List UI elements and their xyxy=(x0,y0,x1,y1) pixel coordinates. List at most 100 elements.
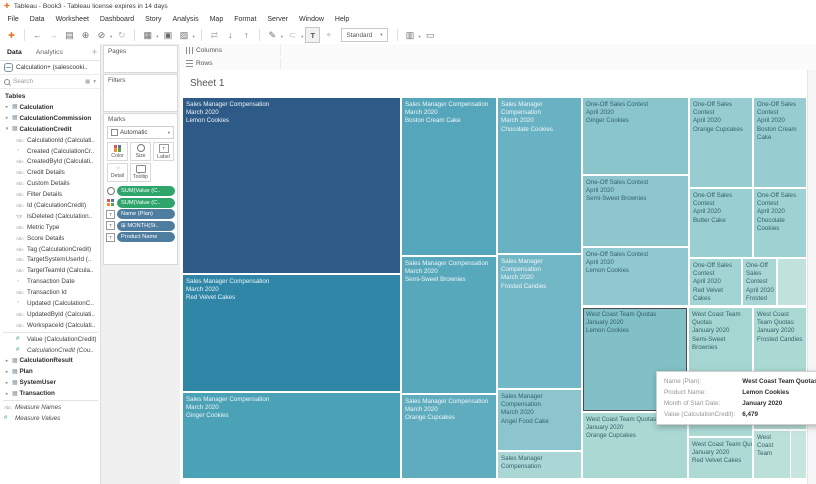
treemap-cell-oneoff-frosted[interactable]: One-OffSalesContestApril 2020Frosted xyxy=(743,259,776,305)
field-credit-details[interactable]: AbcCredit Details xyxy=(0,167,100,178)
size-button[interactable]: Size xyxy=(130,142,151,161)
treemap-cell-wct-blank[interactable] xyxy=(791,431,806,478)
menu-format[interactable]: Format xyxy=(229,16,262,23)
field-createdbyid-calculati[interactable]: AbcCreatedById (Calculati.. xyxy=(0,156,100,167)
label-button[interactable]: TLabel xyxy=(153,142,174,161)
pill-sum-value-c[interactable]: SUM(Value (C.. xyxy=(117,198,175,208)
treemap-cell-smc-orange-cupcakes[interactable]: Sales Manager CompensationMarch 2020Oran… xyxy=(402,395,496,478)
field-id-calculationcredit[interactable]: AbcId (CalculationCredit) xyxy=(0,200,100,211)
treemap-cell-smc-chocolate-cookies[interactable]: Sales ManagerCompensationMarch 2020Choco… xyxy=(498,98,581,253)
treemap-cell-smc-lemon-cookies[interactable]: Sales Manager CompensationMarch 2020Lemo… xyxy=(183,98,400,273)
expand-arrow-icon[interactable]: ▸ xyxy=(4,391,10,397)
show-hide-cards-icon[interactable]: ▥ xyxy=(403,27,418,43)
pill-sum-value-c[interactable]: SUM(Value (C.. xyxy=(117,186,175,196)
treemap-cell-wct-red-velvet-cakes[interactable]: West Coast Team QuotasJanuary 2020Red Ve… xyxy=(689,438,752,478)
field-plan[interactable]: ▸▦Plan xyxy=(0,366,100,377)
tab-data[interactable]: Data xyxy=(0,44,29,60)
menu-analysis[interactable]: Analysis xyxy=(167,16,204,23)
field-updatedbyid-calculati[interactable]: AbcUpdatedById (Calculati.. xyxy=(0,309,100,320)
pages-card[interactable]: Pages xyxy=(103,45,178,73)
pin-icon[interactable]: ✛ xyxy=(92,49,97,56)
chevron-down-icon[interactable]: ▾ xyxy=(93,79,96,85)
field-created-calculationcr[interactable]: ◔Created (CalculationCr.. xyxy=(0,146,100,157)
swap-rows-columns-icon[interactable]: ⇄ xyxy=(207,27,222,43)
field-calculationresult[interactable]: ▸▦CalculationResult xyxy=(0,355,100,366)
expand-arrow-icon[interactable]: ▾ xyxy=(4,126,10,132)
treemap-cell-oneoff-red-velvet-cakes[interactable]: One-Off SalesContestApril 2020Red Velvet… xyxy=(690,259,741,305)
treemap-cell-smc-red-velvet-cakes[interactable]: Sales Manager CompensationMarch 2020Red … xyxy=(183,275,400,391)
treemap-cell-wct-west-coast-team[interactable]: WestCoastTeam xyxy=(754,431,790,478)
treemap-cell-oneoff-lemon-cookies[interactable]: One-Off Sales ContestApril 2020Lemon Coo… xyxy=(583,248,688,305)
menu-worksheet[interactable]: Worksheet xyxy=(50,16,94,23)
field-calculation[interactable]: ▸▦Calculation xyxy=(0,102,100,113)
treemap-cell-smc-ginger-cookies[interactable]: Sales Manager CompensationMarch 2020Ging… xyxy=(183,393,400,478)
field-targetsystemuserid[interactable]: AbcTargetSystemUserId (.. xyxy=(0,254,100,265)
field-tag-calculationcredit[interactable]: AbcTag (CalculationCredit) xyxy=(0,244,100,255)
pill-name-plan[interactable]: Name (Plan) xyxy=(117,209,175,219)
field-custom-details[interactable]: AbcCustom Details xyxy=(0,178,100,189)
filters-card[interactable]: Filters xyxy=(103,74,178,112)
forward-icon[interactable]: → xyxy=(46,27,61,43)
menu-file[interactable]: File xyxy=(2,16,24,23)
tab-analytics[interactable]: Analytics xyxy=(29,44,70,60)
fit-selector[interactable]: Standard▾ xyxy=(341,28,387,42)
treemap-cell-oneoff-ginger-cookies[interactable]: One-Off Sales ContestApril 2020Ginger Co… xyxy=(583,98,688,174)
treemap-cell-oneoff-semi-sweet-brownies[interactable]: One-Off Sales ContestApril 2020Semi-Swee… xyxy=(583,176,688,246)
menu-window[interactable]: Window xyxy=(294,16,330,23)
detail-button[interactable]: ⁘Detail xyxy=(107,163,128,182)
field-score-details[interactable]: AbcScore Details xyxy=(0,233,100,244)
field-workspaceid-calculati[interactable]: AbcWorkspaceId (Calculati.. xyxy=(0,320,100,331)
field-transaction[interactable]: ▸▦Transaction xyxy=(0,388,100,399)
field-calculationcredit-cou[interactable]: #CalculationCredit (Cou.. xyxy=(0,345,100,356)
field-value-calculationcredit[interactable]: #Value (CalculationCredit) xyxy=(0,334,100,345)
search-input[interactable]: Search ▦ ▾ xyxy=(0,74,100,89)
group-members-icon[interactable]: ⊂ xyxy=(285,27,300,43)
mark-type-dropdown[interactable]: Automatic ▾ xyxy=(107,126,174,139)
menu-map[interactable]: Map xyxy=(204,16,229,23)
field-metric-type[interactable]: AbcMetric Type xyxy=(0,222,100,233)
treemap-cell-smc-angel-food-cake[interactable]: Sales ManagerCompensationMarch 2020Angel… xyxy=(498,390,581,450)
field-calculationcredit[interactable]: ▾▦CalculationCredit xyxy=(0,124,100,135)
fix-axes-icon[interactable]: ⌖ xyxy=(321,27,336,43)
expand-arrow-icon[interactable]: ▸ xyxy=(4,358,10,364)
tooltip-button[interactable]: Tooltip xyxy=(130,163,151,182)
field-transaction-id[interactable]: AbcTransaction Id xyxy=(0,287,100,298)
run-auto-updates-icon[interactable]: ↻ xyxy=(114,27,129,43)
sort-ascending-icon[interactable]: ↓ xyxy=(223,27,238,43)
expand-arrow-icon[interactable]: ▸ xyxy=(4,115,10,121)
treemap-cell-oneoff-chocolate-cookies[interactable]: One-Off SalesContestApril 2020ChocolateC… xyxy=(754,189,806,257)
field-transaction-date[interactable]: ◔Transaction Date xyxy=(0,276,100,287)
treemap-cell-smc-truncated[interactable]: Sales ManagerCompensation xyxy=(498,452,581,478)
field-updated-calculationc[interactable]: ◔Updated (CalculationC.. xyxy=(0,298,100,309)
menu-story[interactable]: Story xyxy=(140,16,167,23)
color-button[interactable]: Color xyxy=(107,142,128,161)
expand-arrow-icon[interactable]: ▸ xyxy=(4,104,10,110)
highlight-icon[interactable]: ✎ xyxy=(265,27,280,43)
field-calculationcommission[interactable]: ▸▦CalculationCommission xyxy=(0,113,100,124)
show-mark-labels-icon[interactable]: T xyxy=(305,27,320,43)
field-measure-names[interactable]: AbcMeasure Names xyxy=(0,402,100,413)
expand-arrow-icon[interactable]: ▸ xyxy=(4,369,10,375)
field-filter-details[interactable]: AbcFilter Details xyxy=(0,189,100,200)
treemap-cell-oneoff-orange-cupcakes[interactable]: One-Off SalesContestApril 2020Orange Cup… xyxy=(690,98,752,187)
treemap-cell-smc-semi-sweet-brownies[interactable]: Sales Manager CompensationMarch 2020Semi… xyxy=(402,257,496,393)
field-isdeleted-calculation[interactable]: T|FIsDeleted (Calculation.. xyxy=(0,211,100,222)
duplicate-icon[interactable]: ▣ xyxy=(161,27,176,43)
view-as-grid-icon[interactable]: ▦ xyxy=(85,79,90,85)
expand-arrow-icon[interactable]: ▸ xyxy=(4,380,10,386)
pause-auto-updates-icon[interactable]: ⊘ xyxy=(94,27,109,43)
field-systemuser[interactable]: ▸▦SystemUser xyxy=(0,377,100,388)
pill-month-st[interactable]: ⊞ MONTH(St.. xyxy=(117,221,175,231)
pill-product-name[interactable]: Product Name xyxy=(117,232,175,242)
menu-server[interactable]: Server xyxy=(262,16,294,23)
treemap-cell-smc-frosted-candies[interactable]: Sales ManagerCompensationMarch 2020Frost… xyxy=(498,255,581,388)
presentation-mode-icon[interactable]: ▭ xyxy=(423,27,438,43)
field-calculationid-calculati[interactable]: AbcCalculationId (Calculati.. xyxy=(0,135,100,146)
field-targetteamid-calcula[interactable]: AbcTargetTeamId (Calcula.. xyxy=(0,265,100,276)
data-source-connection[interactable]: Calculation+ (salescooki.. xyxy=(0,61,100,74)
save-icon[interactable]: ▤ xyxy=(62,27,77,43)
treemap-cell-smc-boston-cream-cake[interactable]: Sales Manager CompensationMarch 2020Bost… xyxy=(402,98,496,255)
treemap-cell-oneoff-boston-cream-cake[interactable]: One-Off SalesContestApril 2020Boston Cre… xyxy=(754,98,806,187)
back-icon[interactable]: ← xyxy=(30,27,45,43)
menu-dashboard[interactable]: Dashboard xyxy=(94,16,139,23)
